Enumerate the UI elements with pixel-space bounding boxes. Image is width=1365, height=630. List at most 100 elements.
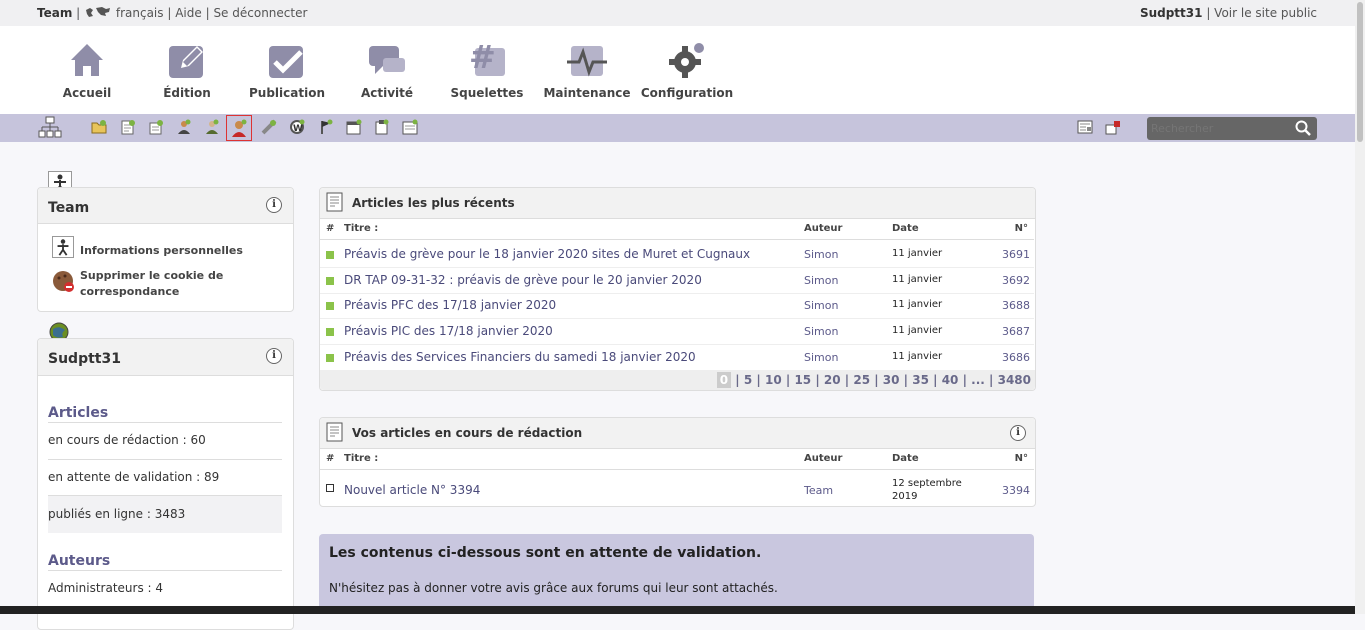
page-scrollbar[interactable]: [1355, 0, 1365, 614]
nav-label: Squelettes: [450, 86, 524, 100]
new-author-icon[interactable]: [176, 119, 192, 135]
info-icon[interactable]: i: [266, 197, 282, 213]
new-calendar-icon[interactable]: [346, 119, 362, 135]
nav-label: Maintenance: [543, 86, 631, 100]
site-box-title: Sudptt31: [48, 351, 121, 367]
nav-edition[interactable]: Édition: [137, 40, 237, 100]
nav-accueil[interactable]: Accueil: [37, 40, 137, 100]
page-link-current[interactable]: 0: [716, 372, 732, 388]
new-link-icon[interactable]: [261, 119, 277, 135]
new-note-icon[interactable]: [374, 119, 390, 135]
table-row[interactable]: Préavis PIC des 17/18 janvier 2020 Simon…: [320, 319, 1034, 345]
nav-maintenance[interactable]: Maintenance: [537, 40, 637, 100]
svg-text:W: W: [293, 124, 303, 134]
article-author[interactable]: Simon: [804, 351, 838, 364]
nav-configuration[interactable]: Configuration: [637, 40, 737, 100]
stat-admins: Administrateurs : 4: [48, 581, 164, 595]
team-link[interactable]: Team: [37, 6, 72, 20]
page-link[interactable]: 5: [744, 373, 752, 387]
page-link[interactable]: 40: [942, 373, 959, 387]
table-row[interactable]: Préavis des Services Financiers du samed…: [320, 345, 1034, 370]
drafts-header: Vos articles en cours de rédaction i: [320, 418, 1035, 449]
site-name[interactable]: Sudptt31: [1140, 6, 1203, 20]
nav-squelettes[interactable]: # Squelettes: [437, 38, 537, 100]
pending-title: Les contenus ci-dessous sont en attente …: [329, 545, 762, 561]
article-number: 3394: [1002, 484, 1030, 497]
drafts-box: Vos articles en cours de rédaction i # T…: [319, 417, 1036, 507]
main-nav: Accueil Édition Publication Activité # S…: [0, 26, 1355, 114]
templates-icon: #: [467, 38, 507, 80]
public-site-link[interactable]: Voir le site public: [1214, 6, 1317, 20]
pagination-bar: 0 | 5 | 10 | 15 | 20 | 25 | 30 | 35 | 40…: [320, 370, 1035, 390]
page-link[interactable]: 15: [794, 373, 811, 387]
pending-notice: Les contenus ci-dessous sont en attente …: [319, 534, 1034, 606]
logout-link[interactable]: Se déconnecter: [213, 6, 307, 20]
mail-icon[interactable]: [1105, 119, 1121, 135]
new-site-icon[interactable]: W: [289, 119, 305, 135]
new-visitor-icon[interactable]: [226, 115, 252, 141]
scrollbar-thumb[interactable]: [1357, 2, 1363, 142]
stat-drafting: en cours de rédaction : 60: [48, 433, 206, 447]
page-link-ellipsis[interactable]: ...: [971, 373, 985, 387]
new-document-icon[interactable]: [402, 119, 418, 135]
article-title[interactable]: Préavis de grève pour le 18 janvier 2020…: [344, 247, 750, 261]
page-link[interactable]: 35: [912, 373, 929, 387]
language-link[interactable]: français: [116, 6, 164, 20]
article-title[interactable]: DR TAP 09-31-32 : préavis de grève pour …: [344, 273, 702, 287]
drafts-col-header: # Titre : Auteur Date N°: [320, 449, 1034, 470]
nav-activite[interactable]: Activité: [337, 40, 437, 100]
article-author[interactable]: Simon: [804, 325, 838, 338]
recent-articles-box: Articles les plus récents # Titre : Aute…: [319, 187, 1036, 391]
stat-published: publiés en ligne : 3483: [48, 507, 186, 521]
article-title[interactable]: Préavis PIC des 17/18 janvier 2020: [344, 324, 553, 338]
article-author[interactable]: Simon: [804, 274, 838, 287]
status-published-icon: [326, 251, 334, 259]
cookie-icon: [52, 270, 76, 294]
recent-articles-title: Articles les plus récents: [352, 196, 515, 210]
page-link[interactable]: 25: [853, 373, 870, 387]
article-list-icon: [325, 421, 345, 443]
table-row[interactable]: Préavis PFC des 17/18 janvier 2020 Simon…: [320, 293, 1034, 319]
article-title[interactable]: Préavis des Services Financiers du samed…: [344, 350, 696, 364]
article-title[interactable]: Préavis PFC des 17/18 janvier 2020: [344, 298, 556, 312]
article-author[interactable]: Team: [804, 484, 833, 497]
article-author[interactable]: Simon: [804, 299, 838, 312]
info-icon[interactable]: i: [1010, 425, 1026, 441]
search-icon[interactable]: [1295, 120, 1311, 136]
status-draft-icon: [326, 484, 334, 492]
table-row[interactable]: DR TAP 09-31-32 : préavis de grève pour …: [320, 268, 1034, 294]
sitemap-icon[interactable]: [38, 116, 62, 140]
article-title[interactable]: Nouvel article N° 3394: [344, 483, 480, 497]
page-link[interactable]: 30: [883, 373, 900, 387]
new-section-icon[interactable]: [91, 119, 107, 135]
page-link[interactable]: 20: [824, 373, 841, 387]
status-published-icon: [326, 277, 334, 285]
col-num: N°: [1014, 223, 1028, 234]
nav-publication[interactable]: Publication: [237, 40, 337, 100]
table-row[interactable]: Nouvel article N° 3394 Team 12 septembre…: [320, 472, 1034, 506]
article-number: 3691: [1002, 248, 1030, 261]
nav-label: Accueil: [62, 86, 112, 100]
table-row[interactable]: Préavis de grève pour le 18 janvier 2020…: [320, 242, 1034, 268]
search-input[interactable]: [1149, 120, 1289, 137]
new-brief-icon[interactable]: [148, 119, 164, 135]
team-box-header: Team i: [38, 188, 293, 224]
site-box-header: Sudptt31 i: [38, 339, 293, 376]
info-icon[interactable]: i: [266, 348, 282, 364]
configuration-icon: [667, 40, 707, 80]
article-number: 3692: [1002, 274, 1030, 287]
articles-heading: Articles: [48, 405, 109, 421]
top-bar-right: Sudptt31 | Voir le site public: [1139, 6, 1317, 20]
article-number: 3687: [1002, 325, 1030, 338]
new-keyword-icon[interactable]: [318, 119, 334, 135]
article-author[interactable]: Simon: [804, 248, 838, 261]
top-bar: Team | français | Aide | Se déconnecter …: [0, 0, 1355, 26]
new-article-icon[interactable]: [120, 119, 136, 135]
new-admin-icon[interactable]: [204, 119, 220, 135]
page-link[interactable]: 10: [765, 373, 782, 387]
globe-icon[interactable]: [84, 6, 112, 18]
preview-icon[interactable]: [1077, 119, 1093, 135]
help-link[interactable]: Aide: [175, 6, 202, 20]
page-link-last[interactable]: 3480: [998, 373, 1031, 387]
status-published-icon: [326, 328, 334, 336]
